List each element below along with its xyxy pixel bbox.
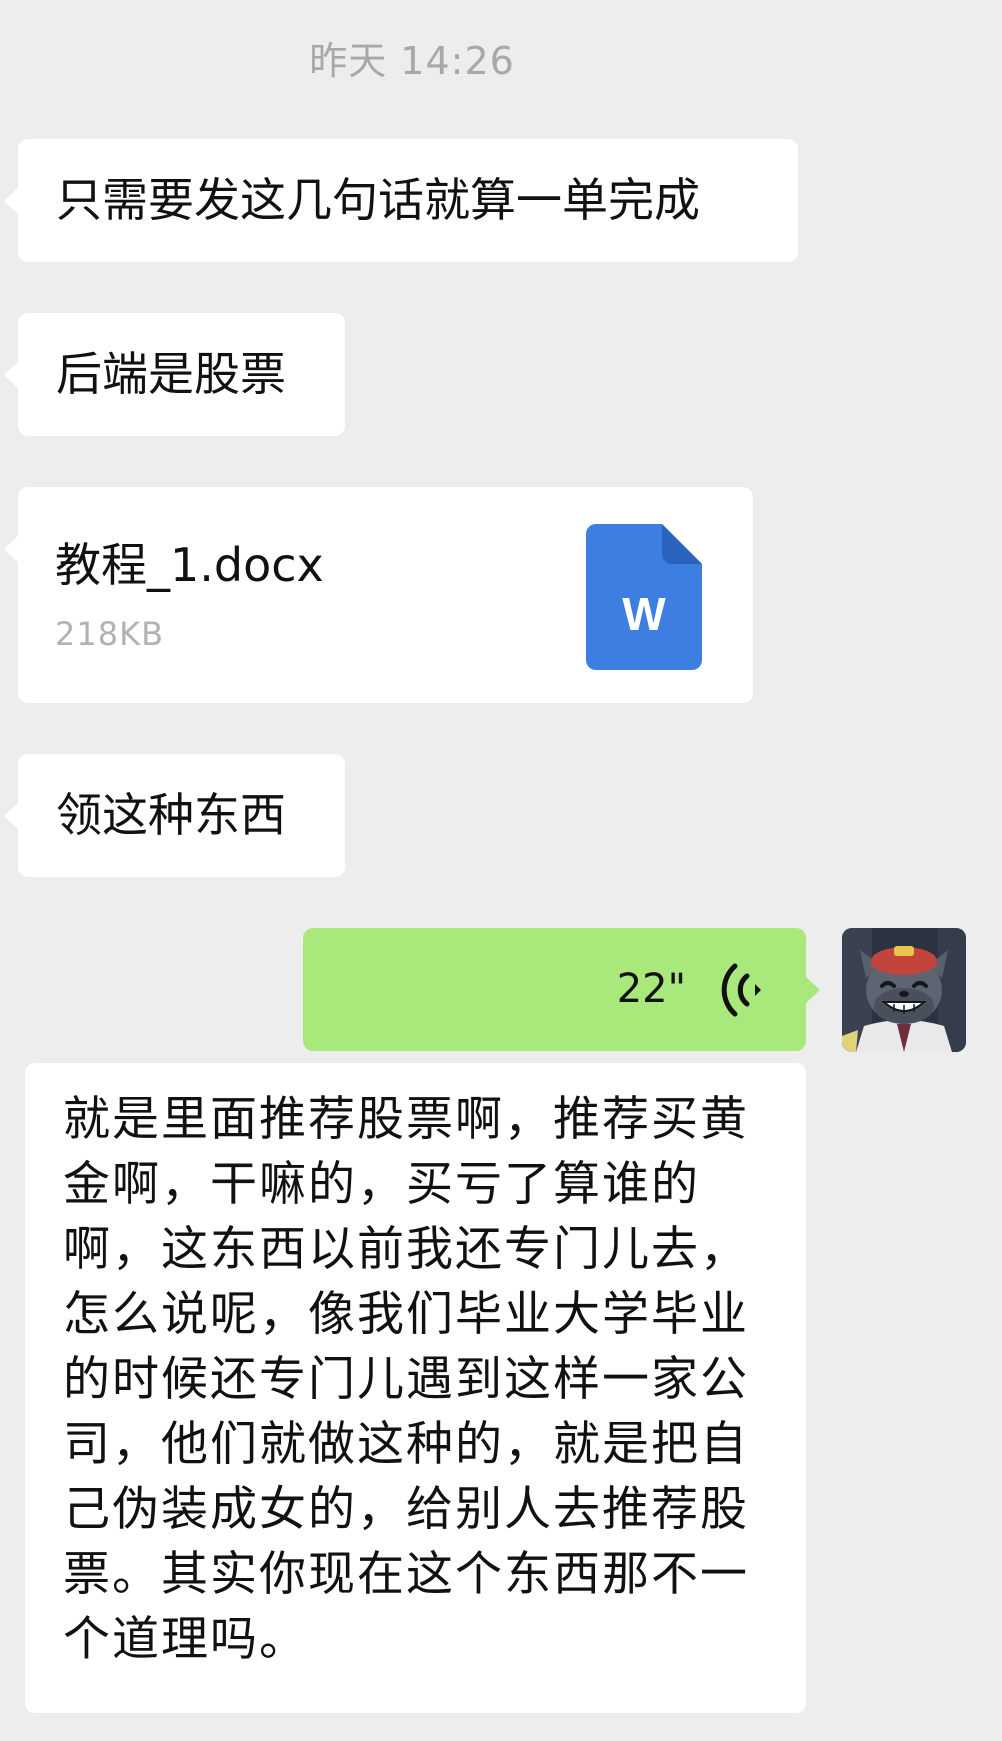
- message-bubble-incoming[interactable]: 领这种东西: [4, 754, 345, 877]
- voice-message-bubble[interactable]: 22": [303, 928, 820, 1051]
- word-icon-letter: W: [622, 588, 666, 640]
- file-size: 218KB: [55, 615, 165, 653]
- avatar[interactable]: [842, 928, 966, 1052]
- voice-duration: 22": [616, 966, 686, 1012]
- message-bubble-incoming[interactable]: 后端是股票: [4, 313, 345, 436]
- file-name: 教程_1.docx: [55, 538, 324, 592]
- message-text: 领这种东西: [56, 788, 286, 842]
- file-message-bubble[interactable]: 教程_1.docx 218KB W: [4, 487, 753, 703]
- message-bubble-incoming[interactable]: 只需要发这几句话就算一单完成: [4, 139, 798, 262]
- avatar-image: [842, 928, 966, 1052]
- word-document-icon: W: [586, 524, 702, 670]
- voice-transcript-bubble[interactable]: 就是里面推荐股票啊，推荐买黄金啊，干嘛的，买亏了算谁的啊，这东西以前我还专门儿去…: [25, 1063, 806, 1713]
- message-text: 后端是股票: [56, 347, 286, 401]
- voice-wave-icon: [721, 963, 761, 1017]
- message-timestamp: 昨天 14:26: [309, 39, 515, 83]
- voice-transcript-text: 就是里面推荐股票啊，推荐买黄金啊，干嘛的，买亏了算谁的啊，这东西以前我还专门儿去…: [63, 1092, 749, 1667]
- message-text: 只需要发这几句话就算一单完成: [56, 173, 700, 227]
